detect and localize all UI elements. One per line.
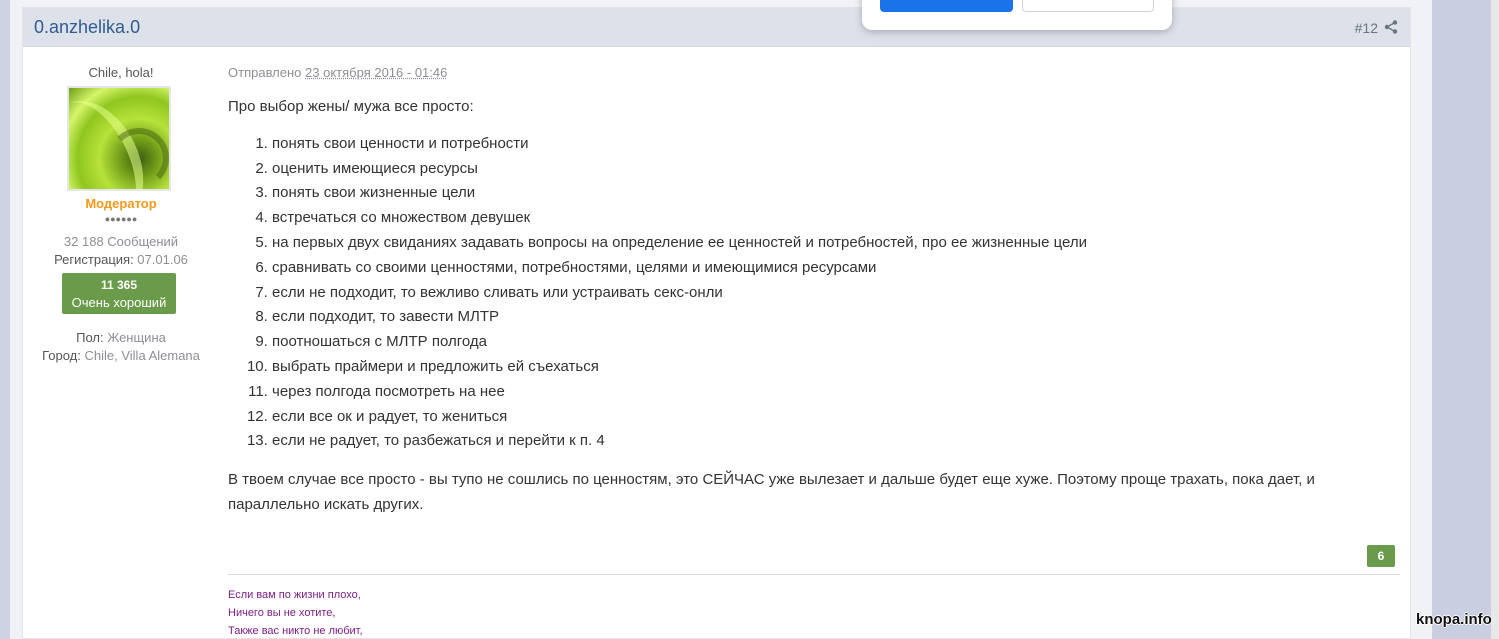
registration-date: 07.01.06	[137, 252, 188, 267]
list-item: на первых двух свиданиях задавать вопрос…	[272, 231, 1398, 256]
list-item: понять свои ценности и потребности	[272, 132, 1398, 157]
post-number-link[interactable]: #12	[1355, 20, 1378, 36]
popup-dialog	[862, 0, 1172, 30]
scrollbar[interactable]	[1491, 0, 1499, 639]
rank-pips: ●●●●●●	[104, 214, 138, 224]
list-item: оценить имеющиеся ресурсы	[272, 157, 1398, 182]
user-post-count: 32 188 Сообщений	[63, 234, 179, 249]
post-list: понять свои ценности и потребности оцени…	[272, 132, 1398, 454]
post-body: Про выбор жены/ мужа все просто: понять …	[228, 95, 1398, 517]
signature: Если вам по жизни плохо, Ничего вы не хо…	[228, 586, 828, 639]
list-item: выбрать праймери и предложить ей съехать…	[272, 355, 1398, 380]
user-role: Модератор	[85, 196, 157, 211]
post-intro: Про выбор жены/ мужа все просто:	[228, 98, 474, 115]
user-gender: Пол: Женщина	[23, 330, 219, 345]
list-item: встречаться со множеством девушек	[272, 206, 1398, 231]
post-meta: Отправлено 23 октября 2016 - 01:46	[228, 65, 447, 80]
post-header: 0.anzhelika.0 #12	[23, 8, 1410, 47]
city-value: Chile, Villa Alemana	[84, 348, 200, 363]
reputation-badge[interactable]: 11 365 Очень хороший	[62, 273, 176, 314]
reaction-count-badge[interactable]: 6	[1367, 545, 1395, 567]
list-item: если все ок и радует, то жениться	[272, 405, 1398, 430]
popup-secondary-button[interactable]	[1022, 0, 1154, 12]
list-item: поотношаться с МЛТР полгода	[272, 330, 1398, 355]
signature-line: Также вас никто не любит,	[228, 625, 363, 637]
page-background-left	[0, 0, 10, 639]
reputation-text: Очень хороший	[71, 295, 167, 310]
city-label: Город:	[42, 348, 85, 363]
right-rail	[1432, 0, 1499, 639]
user-title: Chile, hola!	[88, 65, 154, 80]
signature-divider	[228, 574, 1400, 575]
user-panel: Chile, hola! Модератор ●●●●●● 32 188 Соо…	[23, 48, 219, 548]
watermark: knopa.info	[1416, 611, 1492, 628]
gender-label: Пол:	[76, 330, 108, 345]
signature-line: Если вам по жизни плохо,	[228, 589, 361, 601]
signature-line: Ничего вы не хотите,	[228, 607, 336, 619]
post-date: 23 октября 2016 - 01:46	[305, 65, 448, 80]
sent-label: Отправлено	[228, 65, 302, 80]
list-item: если не подходит, то вежливо сливать или…	[272, 281, 1398, 306]
user-city: Город: Chile, Villa Alemana	[23, 348, 219, 363]
avatar-spiral-shape	[109, 128, 169, 188]
registration-label: Регистрация:	[54, 252, 138, 267]
list-item: если не радует, то разбежаться и перейти…	[272, 429, 1398, 454]
share-icon[interactable]	[1384, 20, 1398, 34]
forum-post: 0.anzhelika.0 #12 Chile, hola! Модератор…	[22, 7, 1411, 639]
list-item: через полгода посмотреть на нее	[272, 380, 1398, 405]
gender-value: Женщина	[107, 330, 166, 345]
user-registration: Регистрация: 07.01.06	[23, 252, 219, 267]
popup-primary-button[interactable]	[880, 0, 1013, 12]
list-item: если подходит, то завести МЛТР	[272, 305, 1398, 330]
post-author-link[interactable]: 0.anzhelika.0	[34, 17, 140, 38]
avatar[interactable]	[67, 86, 171, 191]
post-outro: В твоем случае все просто - вы тупо не с…	[228, 471, 1315, 514]
reputation-value: 11 365	[100, 278, 138, 292]
list-item: понять свои жизненные цели	[272, 181, 1398, 206]
list-item: сравнивать со своими ценностями, потребн…	[272, 256, 1398, 281]
